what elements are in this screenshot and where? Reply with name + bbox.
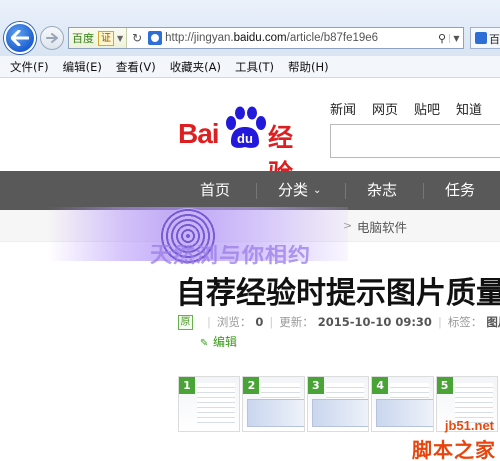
url-path: /article/b87fe19e6 bbox=[286, 32, 379, 44]
nav-category[interactable]: 分类 ⌄ bbox=[278, 171, 321, 210]
watermark: jb51.net 脚本之家 bbox=[392, 410, 500, 461]
step-number: 3 bbox=[307, 377, 324, 394]
article-title: 自荐经验时提示图片质量 bbox=[176, 276, 500, 311]
site-identity-label: 百度 bbox=[72, 32, 94, 45]
product-links: 新闻 网页 贴吧 知道 bbox=[330, 99, 498, 118]
paw-logo-icon: du bbox=[226, 106, 266, 148]
forward-arrow-icon bbox=[46, 33, 58, 43]
menu-edit[interactable]: 编辑(E) bbox=[56, 59, 109, 75]
url-field[interactable]: http://jingyan.baidu.com/article/b87fe19… bbox=[165, 32, 435, 44]
address-bar[interactable]: 百度 证 ▼ ↻ http://jingyan.baidu.com/articl… bbox=[68, 27, 464, 49]
step-number: 5 bbox=[436, 377, 453, 394]
link-news[interactable]: 新闻 bbox=[330, 99, 356, 118]
logo-text-bai: Bai bbox=[178, 118, 220, 149]
link-web[interactable]: 网页 bbox=[372, 99, 398, 118]
menu-file[interactable]: 文件(F) bbox=[0, 59, 56, 75]
back-arrow-icon bbox=[11, 30, 29, 46]
nav-category-label: 分类 bbox=[278, 181, 309, 199]
url-prefix: http://jingyan. bbox=[165, 32, 234, 44]
step-thumbnail[interactable]: 3 bbox=[306, 376, 370, 432]
views-label: 浏览： bbox=[216, 315, 252, 329]
nav-tasks[interactable]: 任务 bbox=[445, 171, 475, 210]
menu-bar: 文件(F) 编辑(E) 查看(V) 收藏夹(A) 工具(T) 帮助(H) bbox=[0, 56, 500, 78]
tags-value[interactable]: 图片 bbox=[486, 314, 500, 330]
nav-divider bbox=[345, 183, 346, 199]
link-tieba[interactable]: 贴吧 bbox=[414, 99, 440, 118]
menu-tools[interactable]: 工具(T) bbox=[228, 59, 281, 75]
address-dropdown-icon[interactable]: ▼ bbox=[449, 33, 463, 43]
step-thumbnail[interactable]: 1 bbox=[178, 376, 241, 432]
thumbnail-screenshot bbox=[247, 399, 304, 427]
browser-tab[interactable]: 百 bbox=[470, 27, 500, 49]
article-meta: 原 | 浏览： 0 | 更新： 2015-10-10 09:30 | 标签： 图… bbox=[178, 314, 500, 330]
main-nav: 首页 分类 ⌄ 杂志 任务 bbox=[0, 171, 500, 210]
forward-button[interactable] bbox=[40, 26, 64, 50]
chevron-down-icon: ⌄ bbox=[313, 185, 322, 196]
watermark-name: 脚本之家 bbox=[412, 438, 496, 461]
step-number: 4 bbox=[372, 377, 389, 394]
logo-text-du: du bbox=[237, 131, 253, 146]
thumbnail-screenshot bbox=[311, 399, 369, 427]
meta-divider: | bbox=[207, 315, 211, 329]
link-zhidao[interactable]: 知道 bbox=[456, 99, 482, 118]
edit-label: 编辑 bbox=[213, 335, 238, 349]
nav-magazine[interactable]: 杂志 bbox=[367, 171, 397, 210]
tags-label: 标签： bbox=[447, 315, 483, 329]
pencil-icon: ✎ bbox=[200, 338, 209, 349]
menu-view[interactable]: 查看(V) bbox=[109, 59, 163, 75]
search-icon[interactable]: ⚲ bbox=[435, 32, 449, 45]
original-badge: 原 bbox=[178, 314, 193, 330]
nav-divider bbox=[256, 183, 257, 199]
step-number: 1 bbox=[179, 377, 195, 394]
nav-divider bbox=[423, 183, 424, 199]
favicon-icon bbox=[148, 31, 163, 45]
step-number: 2 bbox=[243, 377, 260, 394]
meta-divider: | bbox=[269, 315, 274, 329]
watermark-site: jb51.net bbox=[444, 418, 494, 433]
edit-link[interactable]: ✎ 编辑 bbox=[200, 333, 237, 350]
breadcrumb-current[interactable]: 电脑软件 bbox=[357, 217, 407, 236]
chevron-down-icon: ▼ bbox=[117, 33, 124, 43]
url-domain: baidu.com bbox=[233, 32, 287, 44]
meta-divider: | bbox=[437, 315, 442, 329]
back-button[interactable] bbox=[4, 22, 36, 54]
nav-home[interactable]: 首页 bbox=[200, 171, 230, 210]
menu-help[interactable]: 帮助(H) bbox=[281, 59, 336, 75]
site-identity-badge[interactable]: 百度 证 ▼ bbox=[69, 28, 128, 48]
updated-date: 2015-10-10 09:30 bbox=[317, 315, 432, 329]
menu-favorites[interactable]: 收藏夹(A) bbox=[163, 59, 228, 75]
ad-overlay-text: 天然浏与你相约 bbox=[150, 245, 312, 267]
tab-favicon-icon bbox=[475, 32, 487, 44]
tab-label: 百 bbox=[489, 33, 500, 46]
certificate-badge: 证 bbox=[98, 30, 114, 46]
views-count: 0 bbox=[255, 315, 264, 329]
updated-label: 更新： bbox=[279, 315, 314, 329]
step-thumbnail[interactable]: 2 bbox=[242, 376, 305, 432]
search-input[interactable] bbox=[330, 124, 500, 158]
refresh-icon[interactable]: ↻ bbox=[129, 31, 145, 45]
thumbnail-preview bbox=[197, 383, 236, 423]
